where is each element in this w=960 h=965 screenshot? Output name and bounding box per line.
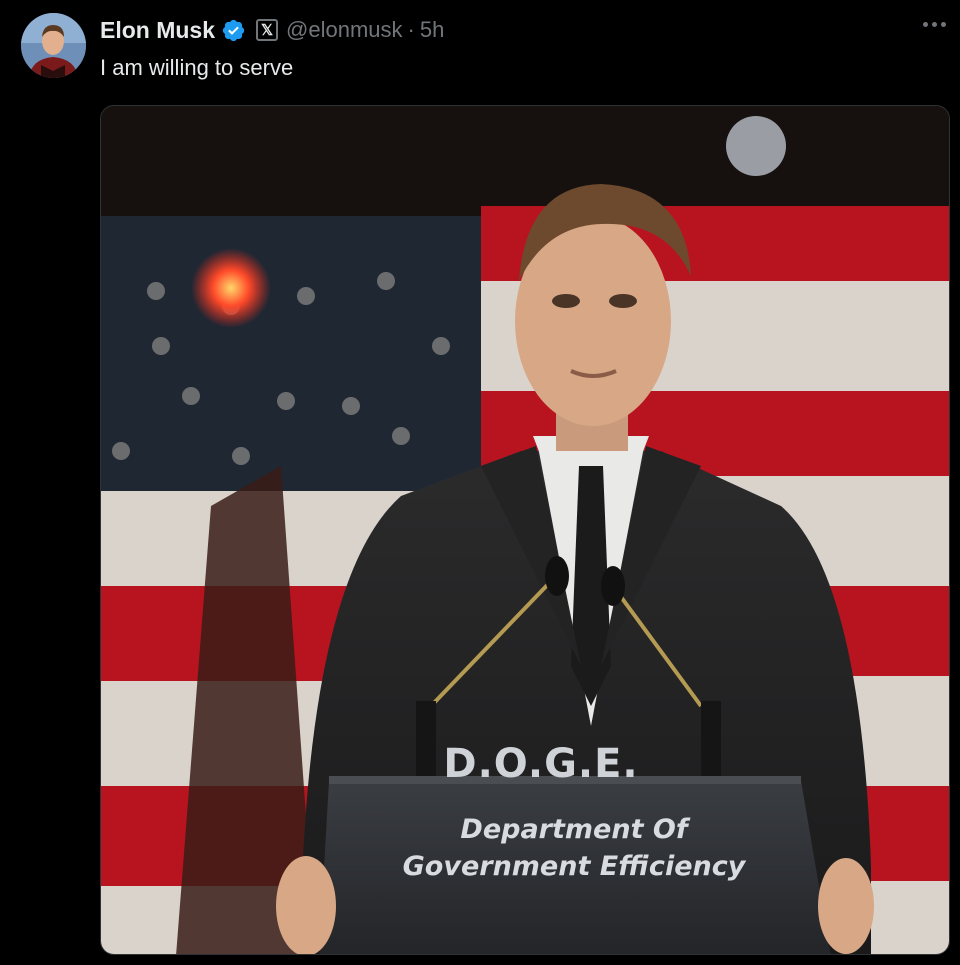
podium-acronym: D.O.G.E.	[443, 741, 639, 787]
author-handle[interactable]: @elonmusk	[286, 17, 403, 43]
tweet-media-image[interactable]: D.O.G.E. Department Of Government Effici…	[100, 105, 950, 955]
tweet-timestamp[interactable]: 5h	[420, 17, 444, 43]
x-affiliation-badge-icon[interactable]: 𝕏	[256, 19, 279, 41]
more-dot	[941, 22, 946, 27]
verified-badge-icon[interactable]	[221, 18, 246, 43]
more-dot	[923, 22, 928, 27]
author-name[interactable]: Elon Musk	[100, 17, 215, 44]
podium-title-line2: Government Efficiency	[402, 851, 746, 882]
tweet-text: I am willing to serve	[100, 55, 294, 80]
tweet-header: Elon Musk 𝕏 @elonmusk · 5h	[100, 14, 444, 46]
more-dot	[932, 22, 937, 27]
separator-dot: ·	[407, 17, 415, 42]
podium-title-line1: Department Of	[460, 814, 688, 845]
author-avatar[interactable]	[21, 13, 86, 78]
more-options-icon[interactable]	[923, 22, 946, 27]
